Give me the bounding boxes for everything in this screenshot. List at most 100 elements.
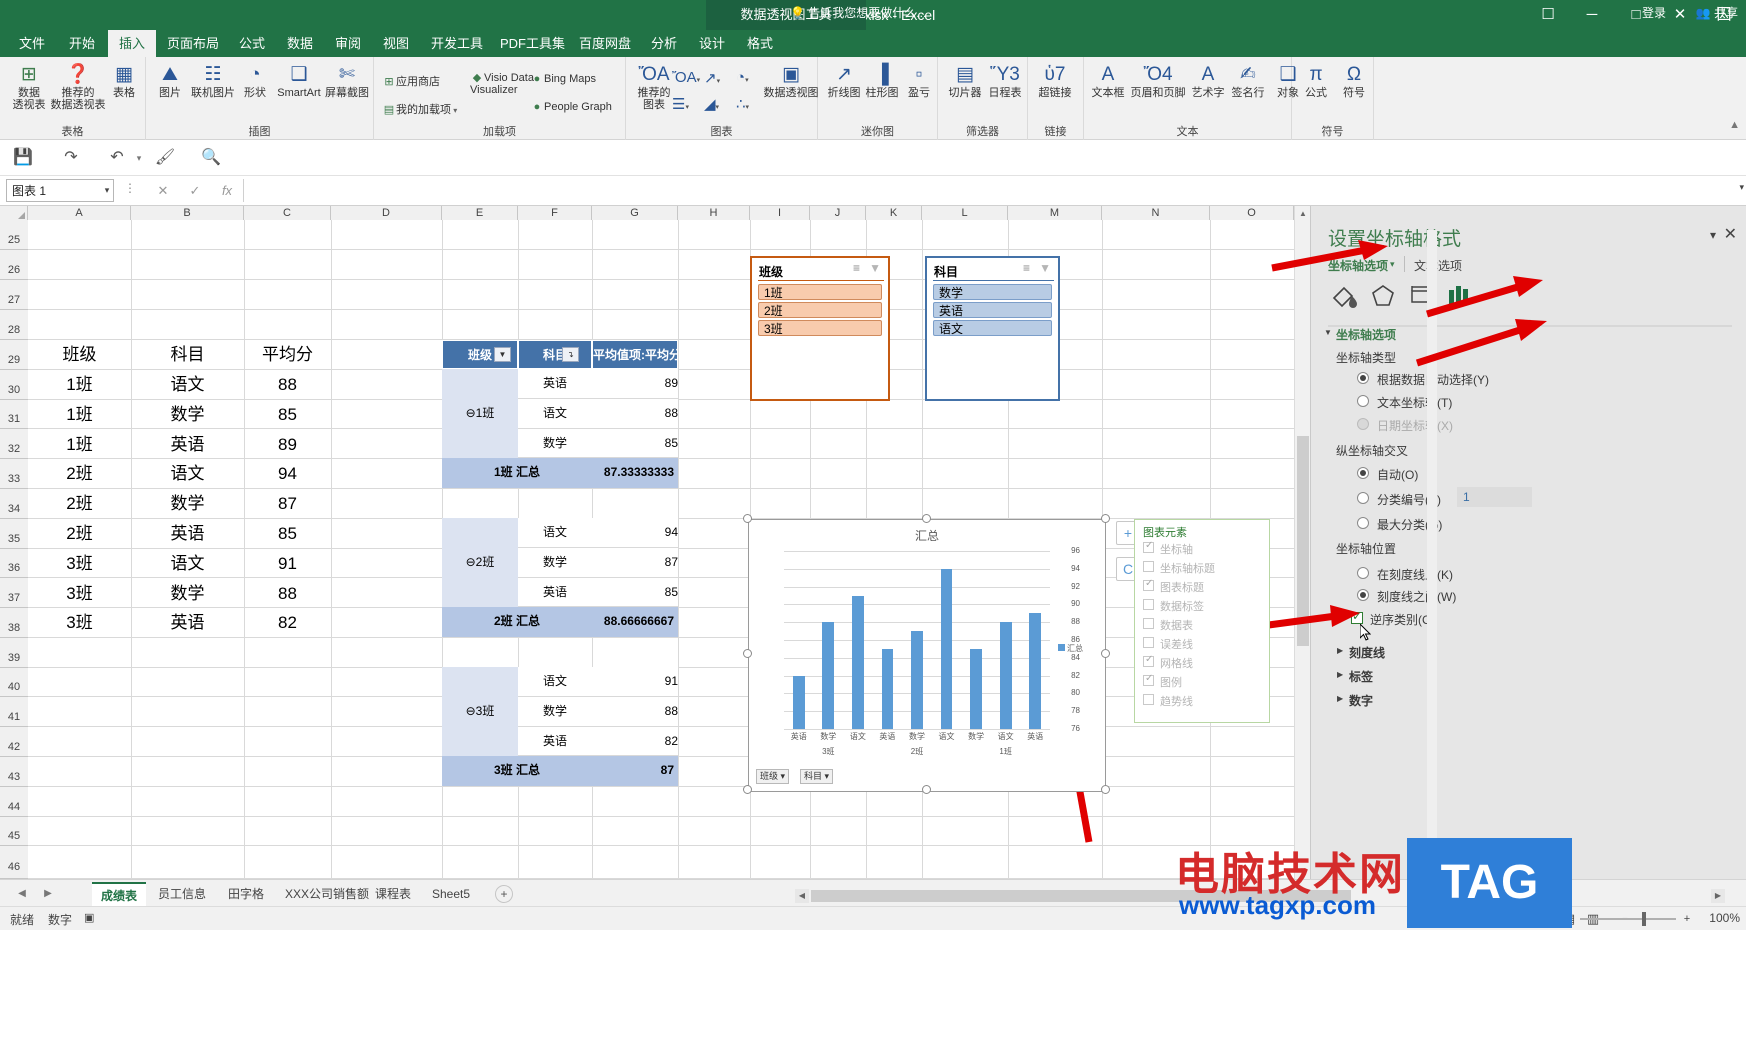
shapes-button[interactable]: ◔ 形状 [234,63,276,99]
win-loss-sparkline-button[interactable]: ▫ 盈亏 [900,63,938,99]
subject-slicer-item-1[interactable]: 英语 [933,302,1052,318]
row-header-29[interactable]: 29 [0,340,28,370]
tab-9[interactable]: PDF工具集 [489,30,576,57]
pivot-value-2-1[interactable]: 88 [592,697,678,727]
column-header-I[interactable]: I [750,206,810,220]
chart-resize-handle-6[interactable] [922,785,931,794]
pivot-group-2[interactable]: ⊖3班 [442,667,518,756]
tab-text-options[interactable]: 文本选项 [1414,257,1462,274]
pivot-chart-container[interactable]: 汇总 76 78 80 82 84 86 88 90 92 94 96 英语 数学 语文 英语 数学 语文 数学 语文… [748,519,1106,792]
wordart-button[interactable]: A 艺术字 [1186,63,1230,99]
source-cell-8-0[interactable]: 3班 [28,608,131,638]
column-header-E[interactable]: E [442,206,518,220]
axis-options-icon[interactable] [1442,278,1476,312]
enter-formula-icon[interactable]: ✓ [182,179,208,202]
source-cell-3-0[interactable]: 2班 [28,459,131,489]
row-header-41[interactable]: 41 [0,697,28,727]
pivot-subject-0-2[interactable]: 数学 [518,429,592,459]
chart-x-axis-labels[interactable]: 英语 数学 语文 英语 数学 语文 数学 语文 英语 [784,731,1050,747]
undo-dropdown-icon[interactable]: ▾ [126,145,152,171]
ribbon-display-options-icon[interactable]: ☐ [1526,0,1570,30]
multi-select-icon[interactable]: ≡ [853,261,860,275]
chart-resize-handle-4[interactable] [1101,649,1110,658]
column-header-C[interactable]: C [244,206,331,220]
grid-cells[interactable]: 班级 科目 平均分 1班 语文 88 1班 数学 85 1班 英语 89 2班 语文 94 2班 数学 87 2班英… [28,220,1310,879]
chart-resize-handle-7[interactable] [1101,785,1110,794]
prev-sheet-arrow[interactable]: ◀ [14,886,30,902]
chevron-down-icon[interactable]: ▾ [746,104,750,111]
chart-bar-2[interactable] [852,596,864,730]
subject-slicer-item-0[interactable]: 数学 [933,284,1052,300]
my-addins-button[interactable]: ▤ 我的加载项 ▾ [382,101,457,117]
scatter-chart-button[interactable]: ∴▾ [736,95,749,113]
next-sheet-arrow[interactable]: ▶ [40,886,56,902]
online-pictures-button[interactable]: ☷ 联机图片 [186,63,240,99]
checkbox-reverse-categories[interactable] [1351,612,1363,624]
pivot-subject-1-2[interactable]: 英语 [518,578,592,608]
sheet-tab-1[interactable]: 员工信息 [149,882,215,907]
chart-element-label-0[interactable]: 坐标轴 [1160,541,1193,557]
column-sparkline-button[interactable]: ▐ 柱形图 [862,63,902,99]
row-header-46[interactable]: 46 [0,846,28,879]
format-painter-icon[interactable]: 🖌 [152,145,178,171]
column-header-G[interactable]: G [592,206,678,220]
tab-0[interactable]: 文件 [8,30,56,57]
chevron-down-icon[interactable]: ▾ [685,104,689,111]
chart-bar-6[interactable] [970,649,982,729]
chart-element-checkbox-3[interactable] [1143,599,1154,610]
row-header-37[interactable]: 37 [0,578,28,608]
section-tick-marks[interactable]: 刻度线 [1349,644,1385,661]
chart-bar-3[interactable] [882,649,894,729]
pivot-subtotal-label-2[interactable]: 3班 汇总 [442,756,592,786]
source-cell-8-1[interactable]: 英语 [131,608,244,638]
chart-element-label-2[interactable]: 图表标题 [1160,579,1204,595]
tab-2[interactable]: 插入 [108,30,156,57]
source-cell-1-1[interactable]: 数学 [131,400,244,430]
chevron-down-icon[interactable]: ▾ [1390,259,1395,270]
insert-function-icon[interactable]: fx [214,179,240,202]
row-header-40[interactable]: 40 [0,668,28,697]
pivot-subject-2-2[interactable]: 英语 [518,727,592,757]
source-cell-3-1[interactable]: 语文 [131,459,244,489]
source-cell-2-0[interactable]: 1班 [28,430,131,460]
tab-6[interactable]: 审阅 [324,30,372,57]
tab-11[interactable]: 分析 [640,30,688,57]
source-cell-7-2[interactable]: 88 [244,579,331,609]
tab-12[interactable]: 设计 [688,30,736,57]
label-text-axis[interactable]: 文本坐标轴(T) [1377,394,1452,411]
chart-element-label-6[interactable]: 网格线 [1160,655,1193,671]
recommended-charts-button[interactable]: ὌA 推荐的 图表 [630,63,678,111]
minimize-button[interactable]: ─ [1570,0,1614,30]
clear-filter-icon[interactable]: ▼ [1039,261,1051,275]
radio-crosses-max-category[interactable] [1357,517,1369,529]
row-header-25[interactable]: 25 [0,220,28,250]
row-header-31[interactable]: 31 [0,400,28,429]
cancel-formula-icon[interactable]: ✕ [150,179,176,202]
source-cell-4-1[interactable]: 数学 [131,489,244,519]
smartart-button[interactable]: ❑ SmartArt [272,63,326,99]
chevron-right-icon-tick-marks[interactable]: ▶ [1337,646,1343,655]
tab-5[interactable]: 数据 [276,30,324,57]
pivot-subject-0-0[interactable]: 英语 [518,369,592,399]
column-header-D[interactable]: D [331,206,442,220]
pictures-button[interactable]: ⛰ 图片 [150,63,190,99]
tell-me-box[interactable]: 💡 告诉我您想要做什么... [790,0,926,27]
source-header-0[interactable]: 班级 [28,340,131,370]
sheet-tab-3[interactable]: XXX公司销售额 [276,882,378,907]
section-number[interactable]: 数字 [1349,692,1373,709]
chevron-down-icon[interactable]: ▾ [745,77,749,84]
chevron-right-icon-number[interactable]: ▶ [1337,694,1343,703]
scroll-left-arrow[interactable]: ◀ [795,889,809,903]
formula-input[interactable] [243,179,1732,202]
row-header-39[interactable]: 39 [0,638,28,668]
chevron-right-icon-labels[interactable]: ▶ [1337,670,1343,679]
radio-auto-select[interactable] [1357,372,1369,384]
source-cell-0-1[interactable]: 语文 [131,370,244,400]
grid-vertical-scrollbar[interactable]: ▲ ▼ [1294,206,1310,879]
row-header-32[interactable]: 32 [0,429,28,459]
pivot-subject-1-0[interactable]: 语文 [518,518,592,548]
radio-text-axis[interactable] [1357,395,1369,407]
source-cell-0-2[interactable]: 88 [244,370,331,400]
row-header-35[interactable]: 35 [0,519,28,549]
class-slicer[interactable]: 班级 ≡ ▼ 1班 2班 3班 [750,256,890,401]
